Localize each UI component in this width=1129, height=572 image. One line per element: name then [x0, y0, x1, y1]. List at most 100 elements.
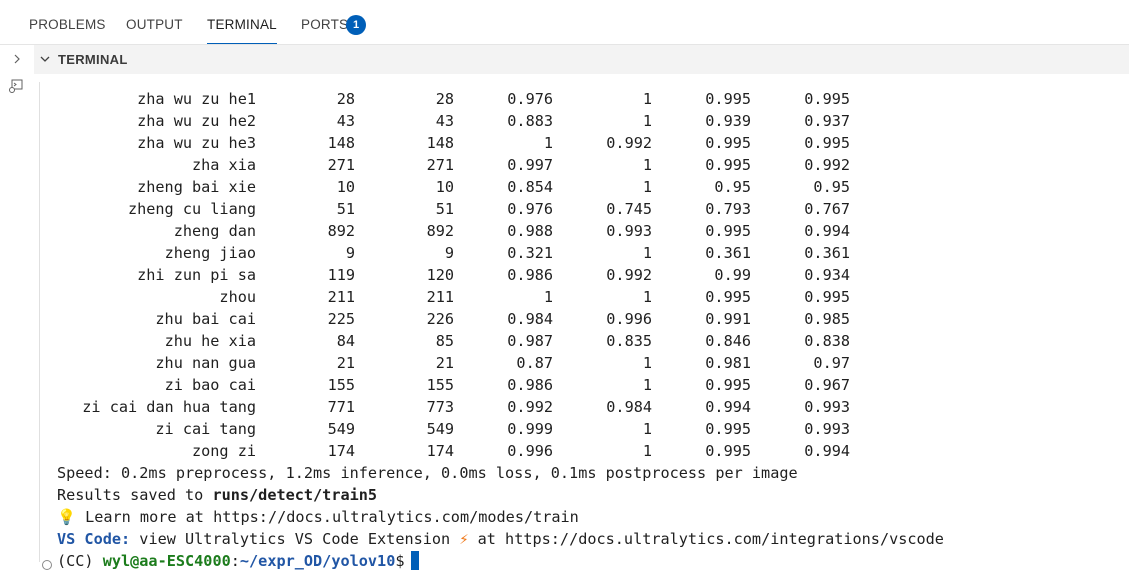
map50-cell: 0.995	[705, 288, 751, 306]
map50-95-cell: 0.361	[804, 244, 850, 262]
chevron-down-icon[interactable]	[38, 51, 52, 67]
recall-cell: 0.992	[606, 134, 652, 152]
images-cell: 155	[327, 376, 355, 394]
recall-cell: 1	[642, 90, 652, 108]
images-cell: 43	[336, 112, 355, 130]
prompt-path: ~/expr_OD/yolov10	[239, 552, 396, 570]
map50-95-cell: 0.993	[804, 420, 850, 438]
precision-cell: 0.999	[507, 420, 553, 438]
chevron-right-icon[interactable]	[10, 52, 24, 66]
terminal-cursor	[410, 551, 419, 570]
class-cell: zheng dan	[173, 222, 256, 240]
results-path: runs/detect/train5	[212, 486, 378, 504]
terminal-section-header[interactable]: TERMINAL	[34, 45, 1129, 74]
map50-95-cell: 0.992	[804, 156, 850, 174]
tab-problems[interactable]: PROBLEMS	[29, 17, 106, 37]
map50-cell: 0.995	[705, 222, 751, 240]
instances-cell: 148	[426, 134, 454, 152]
images-cell: 174	[327, 442, 355, 460]
prompt-colon: :	[230, 552, 240, 570]
table-row: zhu bai cai 225 226 0.984 0.996 0.991 0.985	[34, 308, 1124, 330]
recall-cell: 1	[642, 420, 652, 438]
map50-cell: 0.361	[705, 244, 751, 262]
map50-95-cell: 0.937	[804, 112, 850, 130]
prompt-user: wyl@aa-ESC4000	[102, 552, 231, 570]
precision-cell: 0.987	[507, 332, 553, 350]
recall-cell: 0.745	[606, 200, 652, 218]
instances-cell: 226	[426, 310, 454, 328]
map50-cell: 0.995	[705, 442, 751, 460]
map50-cell: 0.995	[705, 376, 751, 394]
map50-cell: 0.981	[705, 354, 751, 372]
instances-cell: 892	[426, 222, 454, 240]
map50-cell: 0.994	[705, 398, 751, 416]
class-cell: zha wu zu he1	[137, 90, 256, 108]
instances-cell: 549	[426, 420, 454, 438]
prompt-line[interactable]: (CC) wyl@aa-ESC4000:~/expr_OD/yolov10$	[57, 550, 419, 572]
circle-icon	[42, 560, 52, 570]
table-row: zi cai dan hua tang 771 773 0.992 0.984 0.994…	[34, 396, 1124, 418]
recall-cell: 0.993	[606, 222, 652, 240]
recall-cell: 0.992	[606, 266, 652, 284]
class-cell: zhu he xia	[164, 332, 256, 350]
images-cell: 892	[327, 222, 355, 240]
class-cell: zheng cu liang	[127, 200, 256, 218]
terminal-icon[interactable]	[8, 78, 24, 94]
instances-cell: 28	[435, 90, 454, 108]
map50-cell: 0.995	[705, 156, 751, 174]
images-cell: 28	[336, 90, 355, 108]
precision-cell: 0.984	[507, 310, 553, 328]
map50-cell: 0.995	[705, 90, 751, 108]
recall-cell: 1	[642, 354, 652, 372]
images-cell: 10	[336, 178, 355, 196]
vscode-suffix[interactable]: at https://docs.ultralytics.com/integrat…	[468, 530, 944, 548]
learn-text[interactable]: Learn more at https://docs.ultralytics.c…	[76, 508, 579, 526]
table-row: zi cai tang 549 549 0.999 1 0.995 0.993	[34, 418, 1124, 440]
table-row: zhou 211 211 1 1 0.995 0.995	[34, 286, 1124, 308]
instances-cell: 211	[426, 288, 454, 306]
tab-ports[interactable]: PORTS	[301, 17, 348, 37]
instances-cell: 174	[426, 442, 454, 460]
tab-output[interactable]: OUTPUT	[126, 17, 183, 37]
map50-95-cell: 0.995	[804, 134, 850, 152]
images-cell: 211	[327, 288, 355, 306]
map50-cell: 0.995	[705, 420, 751, 438]
lightbulb-icon: 💡	[57, 508, 76, 526]
precision-cell: 0.87	[516, 354, 553, 372]
images-cell: 84	[336, 332, 355, 350]
precision-cell: 0.976	[507, 200, 553, 218]
table-row: zong zi 174 174 0.996 1 0.995 0.994	[34, 440, 1124, 462]
recall-cell: 1	[642, 376, 652, 394]
class-cell: zi cai tang	[155, 420, 256, 438]
class-cell: zong zi	[191, 442, 256, 460]
map50-cell: 0.95	[714, 178, 751, 196]
recall-cell: 1	[642, 112, 652, 130]
precision-cell: 0.986	[507, 376, 553, 394]
map50-95-cell: 0.95	[813, 178, 850, 196]
tab-terminal[interactable]: TERMINAL	[207, 17, 277, 44]
instances-cell: 43	[435, 112, 454, 130]
instances-cell: 773	[426, 398, 454, 416]
table-row: zhi zun pi sa 119 120 0.986 0.992 0.99 0.934	[34, 264, 1124, 286]
instances-cell: 9	[444, 244, 454, 262]
precision-cell: 0.997	[507, 156, 553, 174]
map50-95-cell: 0.993	[804, 398, 850, 416]
terminal-output[interactable]: zha wu zu he1 28 28 0.976 1 0.995 0.995 zha wu …	[34, 74, 1129, 571]
results-prefix: Results saved to	[57, 486, 213, 504]
map50-cell: 0.99	[714, 266, 751, 284]
precision-cell: 0.996	[507, 442, 553, 460]
map50-95-cell: 0.995	[804, 288, 850, 306]
table-row: zheng jiao 9 9 0.321 1 0.361 0.361	[34, 242, 1124, 264]
map50-95-cell: 0.995	[804, 90, 850, 108]
class-cell: zhi zun pi sa	[137, 266, 256, 284]
images-cell: 771	[327, 398, 355, 416]
ports-count-badge: 1	[346, 15, 366, 35]
map50-95-cell: 0.985	[804, 310, 850, 328]
recall-cell: 0.835	[606, 332, 652, 350]
precision-cell: 0.976	[507, 90, 553, 108]
precision-cell: 0.883	[507, 112, 553, 130]
instances-cell: 85	[435, 332, 454, 350]
instances-cell: 120	[426, 266, 454, 284]
map50-cell: 0.995	[705, 134, 751, 152]
images-cell: 21	[336, 354, 355, 372]
